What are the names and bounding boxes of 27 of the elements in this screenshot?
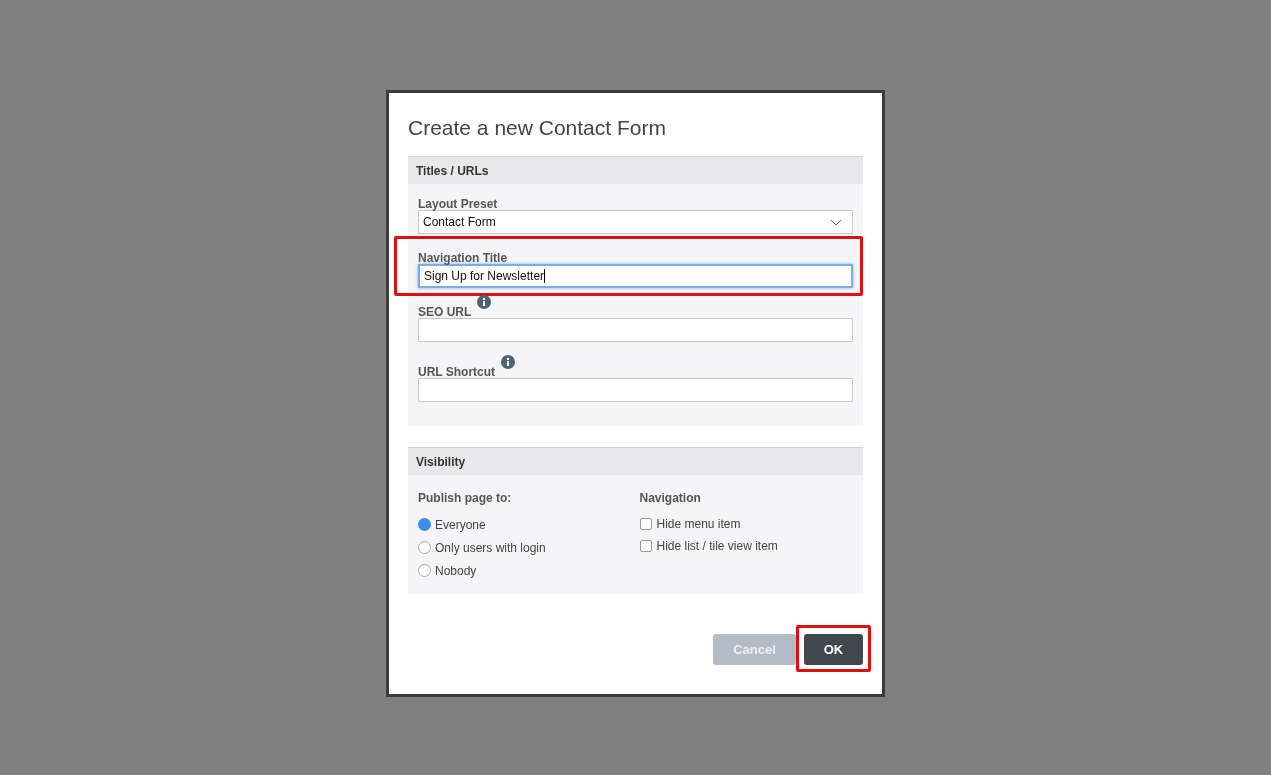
checkbox-label: Hide list / tile view item xyxy=(656,538,778,555)
field-label: Navigation Title xyxy=(418,250,508,267)
input-field[interactable]: Sign Up for Newsletter xyxy=(418,264,853,288)
info-icon[interactable] xyxy=(477,295,492,309)
group-label: Publish page to: xyxy=(418,490,513,507)
radio-button[interactable] xyxy=(418,564,431,577)
dialog-button[interactable]: OK xyxy=(804,634,863,665)
field-label: SEO URL xyxy=(418,304,472,321)
info-icon[interactable] xyxy=(501,355,516,369)
field-label: Layout Preset xyxy=(418,196,498,213)
radio-label: Everyone xyxy=(435,516,486,534)
dialog-title: Create a new Contact Form xyxy=(408,115,667,141)
radio-button[interactable] xyxy=(418,541,431,554)
section-header: Titles / URLs xyxy=(408,156,863,184)
input-field[interactable] xyxy=(418,378,853,402)
caret-icon xyxy=(830,218,842,226)
checkbox[interactable] xyxy=(639,518,652,530)
radio-label: Nobody xyxy=(435,562,477,580)
field-label: URL Shortcut xyxy=(418,364,496,381)
group-label: Navigation xyxy=(639,490,702,507)
checkbox[interactable] xyxy=(639,540,652,552)
checkbox-label: Hide menu item xyxy=(656,516,741,533)
section-header: Visibility xyxy=(408,447,863,475)
radio-label: Only users with login xyxy=(435,539,546,557)
radio-button[interactable] xyxy=(418,518,431,531)
select-field[interactable]: Contact Form xyxy=(418,210,853,234)
input-field[interactable] xyxy=(418,318,853,342)
